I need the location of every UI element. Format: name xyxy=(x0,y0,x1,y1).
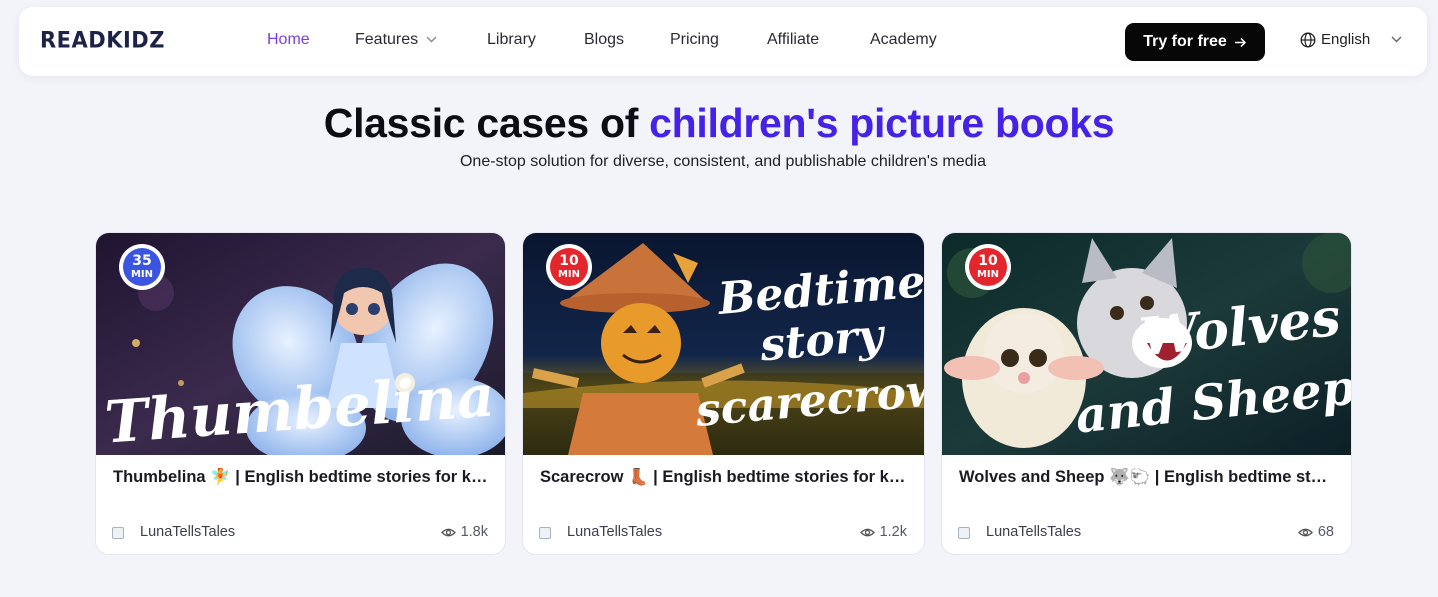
view-count: 1.2k xyxy=(859,524,907,540)
top-navbar: READKIDZ Home Features Library Blogs Pri… xyxy=(19,7,1427,76)
section-subheading: One-stop solution for diverse, consisten… xyxy=(459,153,986,170)
view-count: 1.8k xyxy=(440,524,488,540)
nav-link-affiliate[interactable]: Affiliate xyxy=(767,31,819,49)
author-avatar xyxy=(539,527,551,539)
story-thumbnail: Wolves and Sheep 10 MIN xyxy=(942,233,1351,455)
nav-link-home[interactable]: Home xyxy=(267,31,310,49)
story-title[interactable]: Scarecrow 👢 | English bedtime stories fo… xyxy=(540,468,907,487)
view-count-value: 1.8k xyxy=(460,524,488,540)
eye-icon xyxy=(1297,528,1313,536)
badge-unit: MIN xyxy=(558,269,580,280)
readkidz-logo[interactable]: READKIDZ xyxy=(40,27,165,52)
author-name[interactable]: LunaTellsTales xyxy=(140,524,235,540)
badge-number: 35 xyxy=(132,253,151,269)
badge-unit: MIN xyxy=(977,269,999,280)
view-count-value: 68 xyxy=(1317,524,1334,540)
eye-icon xyxy=(440,528,456,536)
language-selector[interactable]: English xyxy=(1300,31,1402,48)
try-for-free-label: Try for free xyxy=(1143,33,1227,50)
author-avatar xyxy=(958,527,970,539)
badge-unit: MIN xyxy=(131,269,153,280)
view-count: 68 xyxy=(1297,524,1334,540)
duration-badge: 10 MIN xyxy=(965,244,1011,290)
story-title[interactable]: Thumbelina 🧚 | English bedtime stories f… xyxy=(113,468,488,487)
try-for-free-button[interactable]: Try for free xyxy=(1125,23,1265,61)
globe-icon xyxy=(1300,32,1316,47)
author-name[interactable]: LunaTellsTales xyxy=(986,524,1081,540)
author-name[interactable]: LunaTellsTales xyxy=(567,524,662,540)
view-count-value: 1.2k xyxy=(879,524,907,540)
story-card-thumbelina[interactable]: Thumbelina 35 MIN Thumbelina 🧚 | English… xyxy=(95,232,506,555)
language-label: English xyxy=(1321,31,1371,48)
story-card-wolves-and-sheep[interactable]: Wolves and Sheep 10 MIN Wolves and Sheep… xyxy=(941,232,1352,555)
nav-link-features[interactable]: Features xyxy=(355,31,437,49)
section-heading: Classic cases of children's picture book… xyxy=(0,100,1438,147)
heading-highlight-text: children's picture books xyxy=(649,100,1115,146)
duration-badge: 35 MIN xyxy=(119,244,165,290)
duration-badge: 10 MIN xyxy=(546,244,592,290)
eye-icon xyxy=(859,528,875,536)
nav-link-pricing[interactable]: Pricing xyxy=(670,31,719,49)
badge-number: 10 xyxy=(559,253,579,269)
story-meta: LunaTellsTales 1.2k xyxy=(539,523,907,543)
heading-plain-text: Classic cases of xyxy=(323,100,639,146)
nav-link-features-label: Features xyxy=(355,31,419,48)
chevron-down-icon xyxy=(1391,36,1402,43)
badge-number: 10 xyxy=(978,253,998,269)
author-avatar xyxy=(112,527,124,539)
story-thumbnail: Thumbelina 35 MIN xyxy=(96,233,505,455)
story-thumbnail: Bedtime story scarecrow 10 MIN xyxy=(523,233,924,455)
nav-link-academy[interactable]: Academy xyxy=(870,31,937,49)
story-meta: LunaTellsTales 1.8k xyxy=(112,523,488,543)
story-card-scarecrow[interactable]: Bedtime story scarecrow 10 MIN Scarecrow… xyxy=(522,232,925,555)
nav-link-library[interactable]: Library xyxy=(487,31,536,49)
arrow-right-icon xyxy=(1234,37,1246,47)
nav-link-blogs[interactable]: Blogs xyxy=(584,31,624,49)
story-title[interactable]: Wolves and Sheep 🐺🐑 | English bedtime st… xyxy=(959,468,1334,487)
story-meta: LunaTellsTales 68 xyxy=(958,523,1334,543)
chevron-down-icon xyxy=(426,36,437,43)
